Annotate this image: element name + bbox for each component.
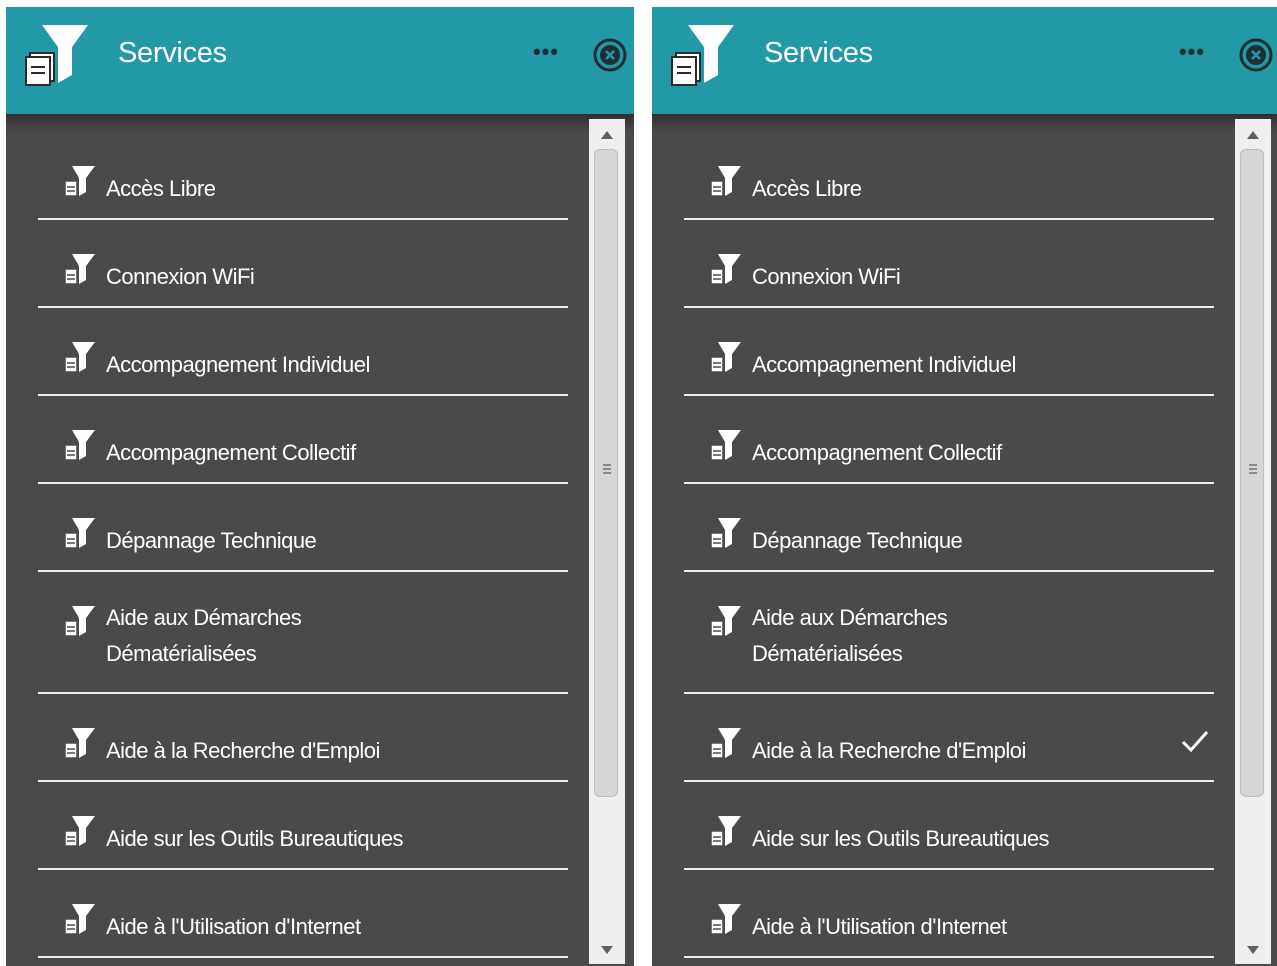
list-item[interactable]: Aide sur les Outils Bureautiques	[38, 782, 568, 870]
list-item-label: Accès Libre	[106, 176, 216, 201]
list-item-label: Accompagnement Individuel	[106, 352, 370, 377]
list-item[interactable]: Accompagnement Collectif	[684, 396, 1214, 484]
list-item-label: Connexion WiFi	[752, 264, 901, 289]
scroll-up-arrow-icon[interactable]	[599, 129, 615, 141]
list-item-label: Aide sur les Outils Bureautiques	[106, 826, 404, 851]
list-item[interactable]: Aide à la Recherche d'Emploi	[38, 694, 568, 782]
funnel-document-icon	[64, 904, 95, 935]
list-item[interactable]: Accompagnement Collectif	[38, 396, 568, 484]
funnel-document-icon	[710, 728, 741, 759]
list-item-label: Aide aux Démarches Dématérialisées	[752, 605, 948, 666]
funnel-document-icon	[64, 430, 95, 461]
list-item[interactable]: Accompagnement Individuel	[38, 308, 568, 396]
funnel-document-icon	[25, 25, 88, 86]
funnel-document-icon	[710, 816, 741, 847]
list-item[interactable]: Accès Libre	[684, 132, 1214, 220]
scroll-down-arrow-icon[interactable]	[1245, 944, 1261, 956]
page-title: Services	[118, 37, 227, 69]
grip-lines-icon	[1249, 464, 1257, 474]
funnel-document-icon	[710, 430, 741, 461]
funnel-document-icon	[64, 254, 95, 285]
funnel-document-icon	[64, 166, 95, 197]
panel-header: Services •••	[652, 7, 1277, 114]
header-shadow	[6, 114, 634, 132]
list-item-selected[interactable]: Aide à la Recherche d'Emploi	[684, 694, 1214, 782]
funnel-document-icon	[710, 166, 741, 197]
funnel-document-icon	[710, 254, 741, 285]
funnel-document-icon	[64, 816, 95, 847]
close-icon[interactable]	[1238, 37, 1274, 73]
ellipsis-icon[interactable]: •••	[526, 37, 566, 67]
services-panel-right: Services ••• Accès Libre Connexion WiFi …	[652, 7, 1277, 966]
list-item-label: Aide à la Recherche d'Emploi	[752, 738, 1026, 763]
list-item-label: Accompagnement Collectif	[106, 440, 356, 465]
ellipsis-icon[interactable]: •••	[1172, 37, 1212, 67]
funnel-document-icon	[64, 342, 95, 373]
list-item[interactable]: Connexion WiFi	[38, 220, 568, 308]
list-item[interactable]: Aide aux Démarches Dématérialisées	[38, 572, 568, 694]
list-item[interactable]: Aide à l'Utilisation d'Internet	[684, 870, 1214, 958]
funnel-document-icon	[710, 904, 741, 935]
list-item[interactable]: Dépannage Technique	[38, 484, 568, 572]
funnel-document-icon	[64, 606, 95, 637]
scrollbar-thumb[interactable]	[594, 149, 618, 797]
list-item[interactable]: Accès Libre	[38, 132, 568, 220]
panel-header: Services •••	[6, 7, 634, 114]
list-item-label: Connexion WiFi	[106, 264, 255, 289]
list-item[interactable]: Aide à l'Utilisation d'Internet	[38, 870, 568, 958]
list-item-label: Aide sur les Outils Bureautiques	[752, 826, 1050, 851]
funnel-document-icon	[64, 728, 95, 759]
funnel-document-icon	[710, 518, 741, 549]
list-item-label: Aide aux Démarches Dématérialisées	[106, 605, 302, 666]
funnel-document-icon	[671, 25, 734, 86]
scrollbar-thumb[interactable]	[1240, 149, 1264, 797]
vertical-scrollbar[interactable]	[1235, 119, 1271, 964]
list-item-label: Accompagnement Individuel	[752, 352, 1016, 377]
list-item-label: Aide à la Recherche d'Emploi	[106, 738, 380, 763]
checkmark-icon	[1181, 731, 1209, 753]
list-item[interactable]: Aide sur les Outils Bureautiques	[684, 782, 1214, 870]
list-item[interactable]: Connexion WiFi	[684, 220, 1214, 308]
funnel-document-icon	[64, 518, 95, 549]
scroll-down-arrow-icon[interactable]	[599, 944, 615, 956]
services-list: Accès Libre Connexion WiFi Accompagnemen…	[38, 132, 568, 958]
list-item-label: Accès Libre	[752, 176, 862, 201]
list-item[interactable]: Dépannage Technique	[684, 484, 1214, 572]
list-item[interactable]: Accompagnement Individuel	[684, 308, 1214, 396]
vertical-scrollbar[interactable]	[589, 119, 625, 964]
list-item[interactable]: Aide aux Démarches Dématérialisées	[684, 572, 1214, 694]
services-panel-left: Services ••• Accès Libre Connexion WiFi …	[6, 7, 634, 966]
close-icon[interactable]	[592, 37, 628, 73]
header-shadow	[652, 114, 1277, 132]
list-item-label: Dépannage Technique	[752, 528, 963, 553]
funnel-document-icon	[710, 606, 741, 637]
list-item-label: Aide à l'Utilisation d'Internet	[752, 914, 1007, 939]
list-item-label: Accompagnement Collectif	[752, 440, 1002, 465]
list-item-label: Dépannage Technique	[106, 528, 317, 553]
funnel-document-icon	[710, 342, 741, 373]
grip-lines-icon	[603, 464, 611, 474]
page-title: Services	[764, 37, 873, 69]
list-item-label: Aide à l'Utilisation d'Internet	[106, 914, 361, 939]
scroll-up-arrow-icon[interactable]	[1245, 129, 1261, 141]
services-list: Accès Libre Connexion WiFi Accompagnemen…	[684, 132, 1214, 958]
